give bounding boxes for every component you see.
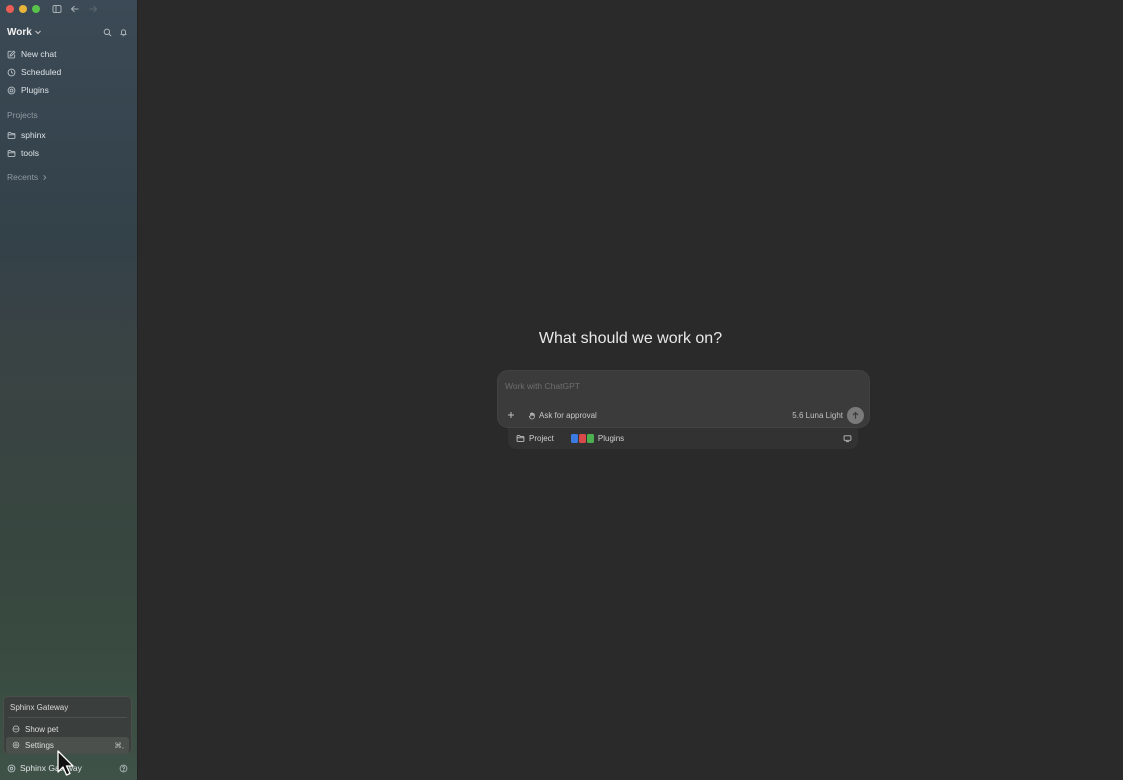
menu-item-show-pet[interactable]: Show pet <box>6 721 129 737</box>
project-label: Project <box>529 434 554 443</box>
gear-icon <box>12 741 20 749</box>
menu-item-label: Show pet <box>25 724 59 734</box>
search-icon[interactable] <box>103 28 112 37</box>
window-controls <box>6 5 40 13</box>
send-button[interactable] <box>847 407 864 424</box>
menu-item-label: Settings <box>25 740 54 750</box>
project-item-sphinx[interactable]: sphinx <box>7 126 131 144</box>
prompt-input[interactable]: Work with ChatGPT <box>505 381 580 391</box>
help-icon[interactable] <box>119 764 128 773</box>
workspace-switcher[interactable]: Work <box>7 25 128 39</box>
composer: Work with ChatGPT Ask for approval 5.6 L… <box>497 370 870 428</box>
account-popup-menu: Sphinx Gateway Show pet Settings ⌘, <box>3 696 132 754</box>
recents-section: Recents <box>7 170 131 184</box>
plugins-button[interactable]: Plugins <box>570 434 625 443</box>
project-label: tools <box>21 148 39 158</box>
mouse-cursor-icon <box>57 750 74 776</box>
edit-icon <box>7 49 16 59</box>
primary-nav: New chat Scheduled Plugins <box>7 45 131 99</box>
nav-label: New chat <box>21 49 57 59</box>
popup-title: Sphinx Gateway <box>10 703 69 712</box>
projects-section: Projects sphinx tools <box>7 108 131 162</box>
monitor-icon[interactable] <box>843 434 852 443</box>
pet-icon <box>12 725 20 733</box>
doc-app-icon <box>570 434 578 443</box>
plus-icon[interactable] <box>506 410 516 420</box>
approval-mode-button[interactable]: Ask for approval <box>528 411 597 420</box>
folder-icon <box>7 149 16 158</box>
nav-label: Plugins <box>21 85 49 95</box>
model-selector[interactable]: 5.6 Luna Light <box>792 411 843 420</box>
pdf-app-icon <box>578 434 586 443</box>
nav-plugins[interactable]: Plugins <box>7 81 131 99</box>
folder-icon <box>7 131 16 140</box>
recents-label: Recents <box>7 172 39 182</box>
plugin-app-icons <box>570 434 594 443</box>
sidebar: Work New chat Scheduled Plugins Projects… <box>0 0 138 780</box>
popup-divider <box>8 717 127 718</box>
chevron-down-icon <box>34 28 42 36</box>
hand-icon <box>528 411 536 420</box>
close-window-button[interactable] <box>6 5 14 13</box>
workspace-title: Work <box>7 26 32 38</box>
project-item-tools[interactable]: tools <box>7 144 131 162</box>
shortcut-hint: ⌘, <box>114 740 124 750</box>
nav-label: Scheduled <box>21 67 62 77</box>
toggle-sidebar-icon[interactable] <box>50 2 64 16</box>
gateway-icon <box>7 764 16 773</box>
project-button[interactable]: Project <box>516 434 554 443</box>
chevron-right-icon <box>41 174 48 181</box>
sheet-app-icon <box>586 434 594 443</box>
nav-scheduled[interactable]: Scheduled <box>7 63 131 81</box>
arrow-up-icon <box>852 411 859 419</box>
plugins-label: Plugins <box>597 434 625 443</box>
minimize-window-button[interactable] <box>19 5 27 13</box>
back-arrow-icon[interactable] <box>68 2 82 16</box>
bell-icon[interactable] <box>119 28 128 37</box>
plugin-icon <box>7 86 16 95</box>
composer-subbar: Project Plugins <box>508 428 858 449</box>
clock-icon <box>7 68 16 77</box>
page-title: What should we work on? <box>538 330 723 347</box>
recents-toggle[interactable]: Recents <box>7 170 131 184</box>
forward-arrow-icon[interactable] <box>86 2 100 16</box>
project-label: sphinx <box>21 130 46 140</box>
nav-new-chat[interactable]: New chat <box>7 45 131 63</box>
projects-label: Projects <box>7 110 38 120</box>
folder-icon <box>516 434 525 443</box>
zoom-window-button[interactable] <box>32 5 40 13</box>
approval-label: Ask for approval <box>539 411 597 420</box>
